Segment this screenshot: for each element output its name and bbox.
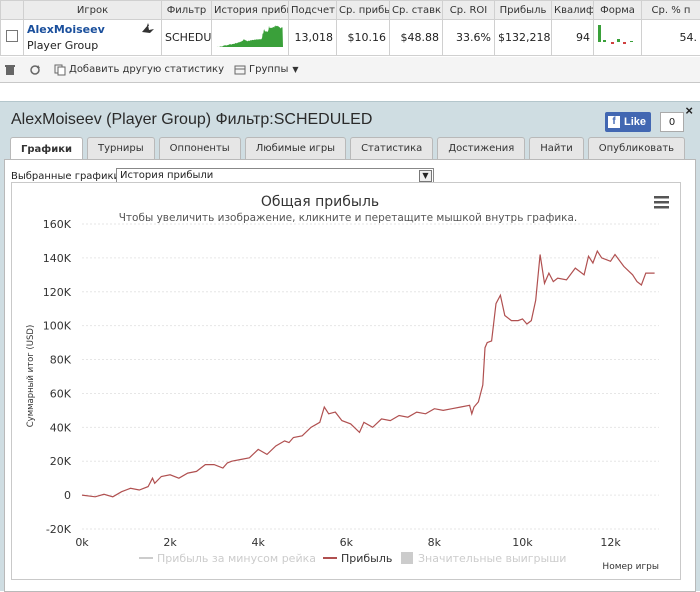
table-row: AlexMoiseev Player Group SCHEDULE 13,018… bbox=[1, 20, 700, 56]
form-sparkline bbox=[597, 23, 637, 49]
x-tick-label: 12k bbox=[600, 536, 621, 549]
copy-icon bbox=[54, 64, 66, 76]
groups-icon bbox=[234, 64, 246, 76]
tab-tournaments[interactable]: Турниры bbox=[87, 137, 155, 159]
profit-chart[interactable]: -20K 0 20K 40K 60K 80K 100K 120K 140K 160K 0k 2k 4k… bbox=[11, 182, 681, 580]
x-axis-label: Номер игры bbox=[602, 562, 659, 572]
column-header-count[interactable]: Подсчет bbox=[289, 1, 337, 20]
avg-pct-cell: 54. bbox=[642, 20, 700, 56]
table-header-row: Игрок Фильтр История прибыли Подсчет Ср.… bbox=[1, 1, 700, 20]
add-stats-label: Добавить другую статистику bbox=[69, 64, 224, 75]
x-tick-label: 6k bbox=[340, 536, 354, 549]
tab-charts[interactable]: Графики bbox=[10, 137, 83, 160]
profit-history-sparkline-cell bbox=[212, 20, 289, 56]
column-header-avg-roi[interactable]: Ср. ROI bbox=[443, 1, 495, 20]
profit-history-sparkline bbox=[215, 23, 285, 49]
chart-frame bbox=[12, 183, 681, 580]
column-header-form[interactable]: Форма bbox=[594, 1, 642, 20]
x-tick-label: 8k bbox=[428, 536, 442, 549]
column-header-profit[interactable]: Прибыль bbox=[495, 1, 552, 20]
legend-label: Прибыль bbox=[341, 552, 392, 565]
y-tick-label: 20K bbox=[50, 455, 72, 468]
avg-profit-cell: $10.16 bbox=[337, 20, 390, 56]
tab-statistics[interactable]: Статистика bbox=[350, 137, 433, 159]
column-header-profit-history[interactable]: История прибыли bbox=[212, 1, 289, 20]
chart-title: Общая прибыль bbox=[261, 194, 379, 210]
x-tick-label: 2k bbox=[163, 536, 177, 549]
tab-achievements[interactable]: Достижения bbox=[437, 137, 525, 159]
avg-roi-cell: 33.6% bbox=[443, 20, 495, 56]
y-tick-label: 140K bbox=[43, 252, 72, 265]
tab-find[interactable]: Найти bbox=[529, 137, 583, 159]
groups-button[interactable]: Группы ▼ bbox=[234, 64, 299, 76]
legend-label: Прибыль за минусом рейка bbox=[157, 552, 316, 565]
like-count: 0 bbox=[660, 112, 684, 132]
chevron-down-icon[interactable]: ▼ bbox=[419, 170, 432, 182]
y-tick-label: 120K bbox=[43, 286, 72, 299]
chart-select-value: История прибыли bbox=[120, 170, 213, 181]
select-label: Выбранные графики: bbox=[11, 171, 123, 182]
x-tick-label: 4k bbox=[251, 536, 265, 549]
player-name-link[interactable]: AlexMoiseev bbox=[27, 23, 158, 36]
trash-icon bbox=[4, 64, 16, 76]
avg-stake-cell: $48.88 bbox=[390, 20, 443, 56]
y-axis-label: Суммарный итог (USD) bbox=[26, 325, 36, 428]
row-checkbox-cell bbox=[1, 20, 24, 56]
delete-button[interactable] bbox=[4, 64, 19, 76]
tab-publish[interactable]: Опубликовать bbox=[588, 137, 685, 159]
refresh-button[interactable] bbox=[29, 64, 44, 76]
column-header-qualif[interactable]: Квалиф bbox=[552, 1, 594, 20]
column-header-avg-stake[interactable]: Ср. ставк bbox=[390, 1, 443, 20]
tab-favorite-games[interactable]: Любимые игры bbox=[245, 137, 346, 159]
count-cell: 13,018 bbox=[289, 20, 337, 56]
y-tick-label: 100K bbox=[43, 320, 72, 333]
stats-table: Игрок Фильтр История прибыли Подсчет Ср.… bbox=[0, 0, 700, 56]
column-header[interactable] bbox=[1, 1, 24, 20]
like-label: Like bbox=[624, 116, 646, 128]
y-tick-label: 80K bbox=[50, 354, 72, 367]
column-header-player[interactable]: Игрок bbox=[24, 1, 162, 20]
qualif-cell: 94 bbox=[552, 20, 594, 56]
chevron-down-icon: ▼ bbox=[292, 65, 298, 74]
column-header-avg-profit[interactable]: Ср. прибы bbox=[337, 1, 390, 20]
groups-label: Группы bbox=[249, 64, 288, 75]
y-tick-label: 0 bbox=[64, 489, 71, 502]
column-header-filter[interactable]: Фильтр bbox=[162, 1, 212, 20]
player-cell: AlexMoiseev Player Group bbox=[24, 20, 162, 56]
profit-cell: $132,218 bbox=[495, 20, 552, 56]
form-cell bbox=[594, 20, 642, 56]
x-tick-label: 0k bbox=[75, 536, 89, 549]
close-icon[interactable]: × bbox=[685, 103, 693, 118]
y-tick-label: 40K bbox=[50, 421, 72, 434]
chart-subtitle: Чтобы увеличить изображение, кликните и … bbox=[119, 212, 578, 224]
y-tick-label: 160K bbox=[43, 218, 72, 231]
row-checkbox[interactable] bbox=[6, 30, 18, 42]
table-toolbar: Добавить другую статистику Группы ▼ bbox=[0, 57, 700, 83]
facebook-like-button[interactable]: f Like bbox=[605, 112, 651, 132]
facebook-icon: f bbox=[608, 116, 620, 128]
column-header-avg-pct[interactable]: Ср. % п bbox=[642, 1, 700, 20]
filter-cell: SCHEDULE bbox=[162, 20, 212, 56]
panel-tabs: Графики Турниры Оппоненты Любимые игры С… bbox=[10, 137, 689, 160]
add-stats-button[interactable]: Добавить другую статистику bbox=[54, 64, 224, 76]
panel-title: AlexMoiseev (Player Group) Фильтр:SCHEDU… bbox=[11, 111, 372, 129]
tab-opponents[interactable]: Оппоненты bbox=[159, 137, 241, 159]
player-group-label: Player Group bbox=[27, 39, 158, 52]
y-tick-label: 60K bbox=[50, 387, 72, 400]
x-tick-label: 10k bbox=[512, 536, 533, 549]
legend-item-big-wins[interactable]: Значительные выигрыши bbox=[401, 552, 566, 565]
legend-item-net-profit[interactable]: Прибыль за минусом рейка bbox=[139, 552, 316, 565]
chart-legend: Прибыль за минусом рейка Прибыль Значите… bbox=[139, 552, 566, 565]
shark-icon bbox=[141, 23, 155, 35]
refresh-icon bbox=[29, 64, 41, 76]
y-tick-label: -20K bbox=[46, 523, 72, 536]
legend-label: Значительные выигрыши bbox=[418, 552, 566, 565]
menu-icon[interactable] bbox=[654, 196, 669, 209]
